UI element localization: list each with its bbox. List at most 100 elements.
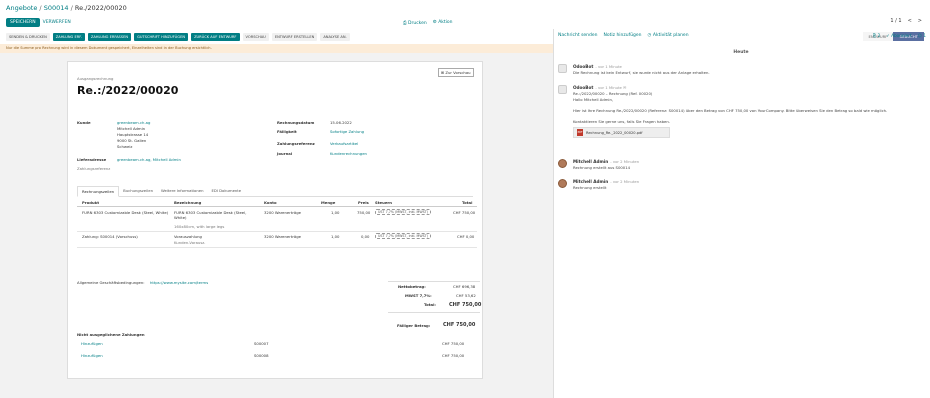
info-alert: Nur die Summe pro Rechnung wird in diese… bbox=[0, 44, 553, 53]
top-bar: Angebote / S00014 / Re./2022/00020 bbox=[0, 0, 930, 16]
message-text: Rechnung erstellt bbox=[573, 185, 607, 190]
row-divider bbox=[77, 231, 477, 232]
pager-prev-button[interactable]: < bbox=[908, 18, 912, 24]
invoice-date-value[interactable]: 15.06.2022 bbox=[330, 120, 352, 125]
log-note-button[interactable]: Notiz hinzufügen bbox=[604, 33, 642, 38]
add-payment-link[interactable]: Hinzufügen bbox=[81, 341, 103, 346]
tab-invoice-lines[interactable]: Rechnungszeilen bbox=[77, 186, 120, 197]
message-subject: Re.:/2022/00020 – Rechnung (Ref. 00020) bbox=[573, 91, 653, 96]
pager: 1 / 1 < > bbox=[890, 18, 922, 24]
untaxed-label: Nettobetrag: bbox=[398, 284, 426, 289]
register-payment-button[interactable]: ZAHLUNG ERFASSEN bbox=[87, 32, 132, 41]
message-author[interactable]: OdooBot bbox=[573, 64, 593, 69]
terms-label: Allgemeine Geschäftsbedingungen: bbox=[77, 280, 145, 285]
tab-edi-documents[interactable]: EDI Dokumente bbox=[207, 186, 245, 196]
row-description-extra: Kunden-Vorausz. bbox=[174, 240, 206, 245]
totals-divider bbox=[388, 312, 480, 313]
reset-to-draft-button[interactable]: ZURÜCK AUF ENTWURF bbox=[191, 32, 240, 41]
column-header-account: Konto bbox=[264, 200, 277, 205]
breadcrumb-item-quotes[interactable]: Angebote bbox=[6, 4, 37, 12]
analytic-button[interactable]: ANALYSE AN. bbox=[320, 32, 350, 41]
action-button[interactable]: ⚙ Aktion bbox=[433, 20, 453, 26]
row-quantity[interactable]: 1,00 bbox=[331, 210, 339, 215]
send-print-button[interactable]: SENDEN & DRUCKEN bbox=[6, 32, 50, 41]
row-product[interactable]: FURN 6303 Customizable Desk (Steel, Whit… bbox=[82, 210, 168, 215]
payment-reference-placeholder[interactable]: Zahlungsreferenz bbox=[77, 166, 110, 171]
message-author[interactable]: Mitchell Admin bbox=[573, 159, 608, 164]
user-avatar bbox=[558, 159, 567, 168]
preview-toggle[interactable]: ⊞ Zur Vorschau bbox=[438, 68, 474, 77]
bot-avatar bbox=[558, 64, 567, 73]
chatter-follow-area: ⎘ 2 ✓ Abonniert ☺ 1 bbox=[873, 33, 926, 38]
row-account[interactable]: 3200 Warenerträge bbox=[264, 234, 301, 239]
attachments-count[interactable]: ⎘ 2 bbox=[873, 33, 880, 38]
row-divider bbox=[77, 247, 477, 248]
journal-label: Journal bbox=[277, 151, 293, 156]
tab-journal-items[interactable]: Buchungszeilen bbox=[119, 186, 157, 196]
journal-value[interactable]: Kundenrechnungen bbox=[330, 151, 367, 156]
save-button[interactable]: SPEICHERN bbox=[6, 18, 40, 27]
pager-value[interactable]: 1 / 1 bbox=[890, 18, 901, 24]
invoice-sheet: ⊞ Zur Vorschau Ausgangsrechnung Re.:/202… bbox=[67, 61, 483, 379]
row-product[interactable]: Zahlung: S00014 (Vorschuss) bbox=[82, 234, 138, 239]
column-header-quantity: Menge bbox=[321, 200, 336, 205]
row-quantity[interactable]: 1,00 bbox=[331, 234, 339, 239]
message-body: Hier ist Ihre Rechnung Re./2022/00020 (R… bbox=[573, 108, 888, 113]
payment-amount: CHF 750,00 bbox=[442, 353, 465, 358]
chatter-toolbar: Nachricht senden Notiz hinzufügen ◷ Akti… bbox=[558, 33, 689, 38]
message-author[interactable]: Mitchell Admin bbox=[573, 179, 608, 184]
customer-name[interactable]: greenbeam.ch.ag bbox=[117, 120, 150, 125]
message-time: - vor 1 Minute ✉ bbox=[595, 85, 627, 90]
create-draft-button[interactable]: ENTWURF ERSTELLEN bbox=[271, 32, 318, 41]
follow-button[interactable]: ✓ Abonniert bbox=[886, 33, 911, 38]
center-actions: ⎙ Drucken ⚙ Aktion bbox=[403, 20, 453, 26]
untaxed-value: CHF 696,38 bbox=[453, 284, 476, 289]
breadcrumb: Angebote / S00014 / Re./2022/00020 bbox=[6, 4, 127, 12]
customer-label: Kunde bbox=[77, 120, 91, 125]
message-author[interactable]: OdooBot bbox=[573, 85, 593, 90]
send-message-button[interactable]: Nachricht senden bbox=[558, 33, 598, 38]
payment-ref-value[interactable]: Verkaufsartikel bbox=[330, 141, 358, 146]
pdf-icon: PDF bbox=[577, 129, 583, 136]
schedule-activity-button[interactable]: ◷ Aktivität planen bbox=[648, 33, 689, 38]
due-value[interactable]: Sofortige Zahlung bbox=[330, 129, 364, 134]
row-account[interactable]: 3200 Warenerträge bbox=[264, 210, 301, 215]
breadcrumb-item-order[interactable]: S00014 bbox=[44, 4, 69, 12]
due-label: Fälligkeit bbox=[277, 129, 297, 134]
tab-other-info[interactable]: Weitere Informationen bbox=[157, 186, 208, 196]
add-payment-link[interactable]: Hinzufügen bbox=[81, 353, 103, 358]
message-text: Rechnung erstellt aus S00014 bbox=[573, 165, 631, 170]
discard-button[interactable]: VERWERFEN bbox=[43, 20, 71, 25]
row-description[interactable]: Vorauszahlung bbox=[174, 234, 202, 239]
attachment-card[interactable]: PDF Rechnung_Re._2022_00020.pdf bbox=[573, 127, 670, 138]
followers-count[interactable]: ☺ 1 bbox=[918, 33, 926, 38]
row-price[interactable]: 750,00 bbox=[357, 210, 370, 215]
control-panel: SPEICHERN VERWERFEN ⎙ Drucken ⚙ Aktion bbox=[0, 16, 555, 29]
customer-line: Schweiz bbox=[117, 144, 133, 149]
add-credit-note-button[interactable]: GUTSCHRIFT HINZUFÜGEN bbox=[134, 32, 189, 41]
row-price[interactable]: 0,00 bbox=[361, 234, 369, 239]
terms-link[interactable]: https://www.mysite.com/terms bbox=[150, 280, 208, 285]
tax-label: MWST 7,7%: bbox=[405, 293, 432, 298]
delivery-address[interactable]: greenbeam.ch.ag, Mitchell Admin bbox=[117, 157, 181, 162]
row-total: CHF 0,00 bbox=[457, 234, 475, 239]
sheet-tabs: Rechnungszeilen Buchungszeilen Weitere I… bbox=[77, 186, 473, 197]
message-closing: Kontaktieren Sie gerne uns, falls Sie Fr… bbox=[573, 119, 670, 124]
column-header-description: Bezeichnung bbox=[174, 200, 202, 205]
document-type: Ausgangsrechnung bbox=[77, 76, 114, 81]
payment-reference: S00007 bbox=[254, 341, 269, 346]
row-tax-tag[interactable]: UST 7,7% (MWST, inkl. MWST) bbox=[375, 233, 432, 239]
date-separator: Heute bbox=[733, 50, 749, 55]
message-time: - vor 1 Minute bbox=[595, 64, 622, 69]
amount-due-label: Fälliger Betrag: bbox=[397, 323, 431, 328]
attachment-name: Rechnung_Re._2022_00020.pdf bbox=[586, 130, 643, 135]
bot-avatar bbox=[558, 85, 567, 94]
pager-next-button[interactable]: > bbox=[918, 18, 922, 24]
payment-ref-label: Zahlungsreferenz bbox=[277, 141, 315, 146]
row-description[interactable]: FURN 6303 Customizable Desk (Steel, Whit… bbox=[174, 210, 260, 220]
preview-button[interactable]: VORSCHAU bbox=[242, 32, 269, 41]
register-payment-short-button[interactable]: ZAHLUNG ERF. bbox=[52, 32, 85, 41]
totals-divider bbox=[388, 281, 480, 282]
print-button[interactable]: ⎙ Drucken bbox=[403, 20, 427, 26]
row-tax-tag[interactable]: UST 7,7% (MWST, inkl. MWST) bbox=[375, 209, 432, 215]
